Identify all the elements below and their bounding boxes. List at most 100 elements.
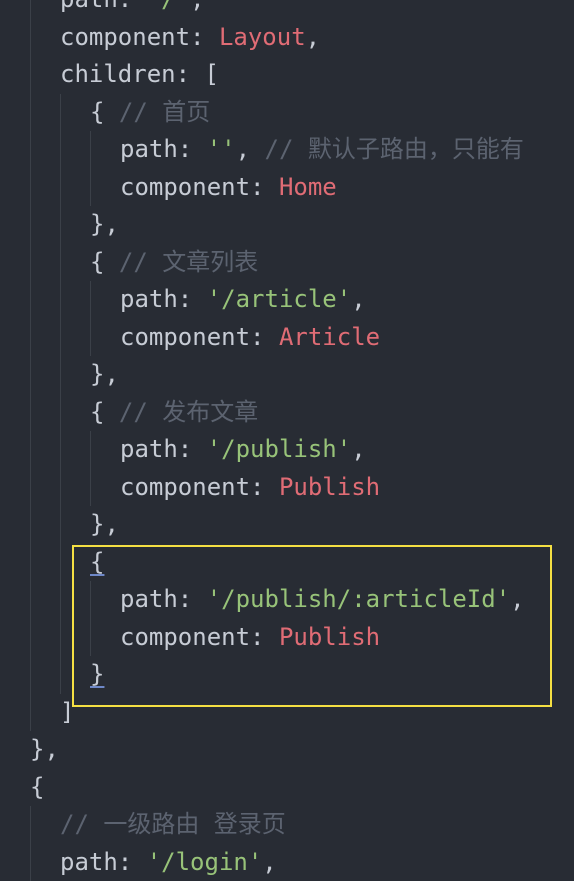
code-token: {: [30, 773, 44, 801]
indent-guide: [30, 19, 31, 57]
code-line-content: path: '', // 默认子路由，只能有: [120, 131, 524, 169]
code-token: :: [190, 23, 219, 51]
indent-guide: [90, 169, 91, 207]
indent-guide: [30, 581, 31, 619]
indent-guide: [30, 431, 31, 469]
code-token: {: [90, 548, 104, 576]
code-token: ]: [60, 698, 74, 726]
indent-guide: [60, 506, 61, 544]
indent-guide: [60, 94, 61, 132]
indent-guide: [30, 56, 31, 94]
code-token: component: [120, 473, 250, 501]
indent-guide: [30, 506, 31, 544]
code-line-content: path: '/login',: [60, 844, 277, 881]
code-token: ,: [262, 848, 276, 876]
code-token: ,: [236, 135, 265, 163]
code-token: {: [90, 98, 119, 126]
code-token: // 文章列表: [119, 248, 258, 276]
code-line-content: {: [90, 544, 104, 582]
indent-guide: [30, 469, 31, 507]
code-token: component: [120, 323, 250, 351]
code-token: },: [90, 210, 119, 238]
indent-guide: [60, 206, 61, 244]
code-token: // 发布文章: [119, 398, 258, 426]
code-token: :: [178, 285, 207, 313]
indent-guide: [90, 131, 91, 169]
indent-guide: [30, 206, 31, 244]
code-token: component: [60, 23, 190, 51]
indent-guide: [60, 544, 61, 582]
indent-guide: [30, 656, 31, 694]
code-line: component: Article: [0, 319, 574, 357]
code-token: :: [118, 848, 147, 876]
indent-guide: [30, 244, 31, 282]
code-token: path: [60, 0, 118, 13]
code-line: },: [0, 506, 574, 544]
code-token: '/login': [147, 848, 263, 876]
indent-guide: [90, 469, 91, 507]
code-line: {: [0, 544, 574, 582]
indent-guide: [60, 469, 61, 507]
code-line-content: { // 发布文章: [90, 394, 258, 432]
indent-guide: [60, 656, 61, 694]
code-token: component: [120, 623, 250, 651]
code-token: :: [178, 585, 207, 613]
indent-guide: [90, 581, 91, 619]
code-token: Home: [279, 173, 337, 201]
code-token: // 首页: [119, 98, 210, 126]
code-token: :: [250, 323, 279, 351]
code-token: }: [90, 660, 104, 688]
code-line-content: children: [: [60, 56, 219, 94]
code-line: { // 发布文章: [0, 394, 574, 432]
code-line: path: '/publish/:articleId',: [0, 581, 574, 619]
code-line-content: }: [90, 656, 104, 694]
code-line: component: Publish: [0, 469, 574, 507]
code-token: :: [250, 173, 279, 201]
code-token: : [: [176, 60, 219, 88]
code-line-content: path: '/publish/:articleId',: [120, 581, 525, 619]
code-line: component: Home: [0, 169, 574, 207]
code-line: path: '', // 默认子路由，只能有: [0, 131, 574, 169]
code-line-content: },: [90, 506, 119, 544]
indent-guide: [30, 694, 31, 732]
code-token: '': [207, 135, 236, 163]
code-line-content: { // 首页: [90, 94, 210, 132]
code-token: Layout: [219, 23, 306, 51]
code-token: Publish: [279, 623, 380, 651]
code-token: // 一级路由 登录页: [60, 810, 286, 838]
code-line-content: ]: [60, 694, 74, 732]
indent-guide: [30, 619, 31, 657]
code-token: path: [120, 435, 178, 463]
code-token: path: [120, 585, 178, 613]
indent-guide: [30, 169, 31, 207]
indent-guide: [60, 319, 61, 357]
code-line-content: },: [90, 206, 119, 244]
code-token: Article: [279, 323, 380, 351]
code-token: '/publish': [207, 435, 352, 463]
code-line-content: component: Layout,: [60, 19, 320, 57]
code-line-content: path: '/publish',: [120, 431, 366, 469]
code-line: { // 首页: [0, 94, 574, 132]
code-line-content: // 一级路由 登录页: [60, 806, 286, 844]
code-token: :: [250, 623, 279, 651]
code-line-content: component: Article: [120, 319, 380, 357]
code-token: :: [118, 0, 147, 13]
indent-guide: [30, 806, 31, 844]
code-token: {: [90, 398, 119, 426]
indent-guide: [30, 356, 31, 394]
code-line-content: },: [30, 731, 59, 769]
code-token: {: [90, 248, 119, 276]
indent-guide: [60, 394, 61, 432]
code-line-content: component: Home: [120, 169, 337, 207]
code-line-content: {: [30, 769, 44, 807]
indent-guide: [30, 394, 31, 432]
code-editor[interactable]: path: '/',component: Layout,children: [{…: [0, 0, 574, 881]
code-token: ,: [306, 23, 320, 51]
code-token: ,: [351, 435, 365, 463]
code-line: {: [0, 769, 574, 807]
code-line: },: [0, 356, 574, 394]
indent-guide: [90, 281, 91, 319]
code-token: // 默认子路由，只能有: [265, 135, 524, 163]
code-line: path: '/login',: [0, 844, 574, 881]
code-token: :: [178, 135, 207, 163]
